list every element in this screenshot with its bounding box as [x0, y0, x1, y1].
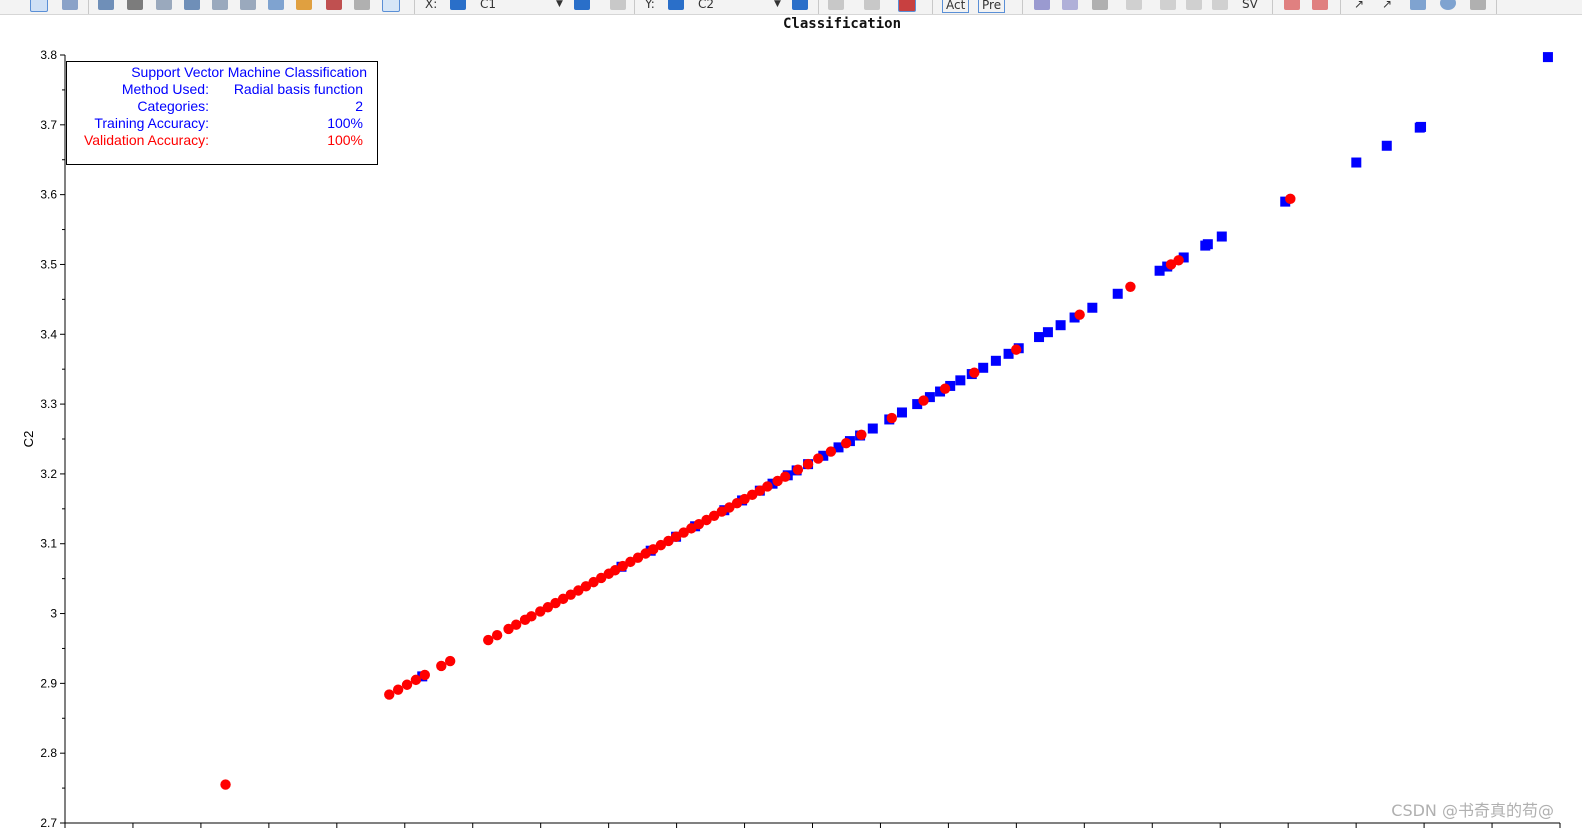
blue-square-point	[1351, 157, 1362, 168]
blue-square-point	[1112, 288, 1123, 299]
y-tick-label: 2.9	[40, 676, 57, 690]
red-circle-point	[886, 412, 898, 424]
y-tick-label: 3.7	[40, 118, 57, 132]
blue-square-point	[1381, 140, 1392, 151]
red-circle-point	[939, 383, 951, 394]
watermark: CSDN @书奇真的苟@	[1391, 801, 1554, 820]
red-circle-point	[918, 395, 929, 406]
red-circle-point	[392, 684, 404, 695]
blue-square-point	[978, 362, 989, 373]
red-circle-point	[856, 429, 867, 441]
info-value: 100%	[327, 115, 363, 131]
blue-square-point	[955, 375, 966, 386]
red-circle-point	[1285, 193, 1296, 205]
red-circle-point	[444, 655, 456, 667]
info-label: Training Accuracy:	[94, 115, 209, 131]
red-circle-point	[813, 453, 824, 464]
red-circle-point	[1125, 281, 1136, 292]
blue-square-point	[1216, 231, 1227, 242]
y-tick-label: 3.3	[40, 397, 57, 411]
info-row-method: Method Used: Radial basis function	[67, 81, 377, 98]
blue-square-point	[1055, 320, 1066, 331]
red-circle-point	[436, 660, 447, 672]
red-circle-point	[792, 464, 804, 475]
red-circle-point	[825, 446, 837, 457]
red-circle-point	[780, 471, 791, 482]
blue-square-point	[1202, 239, 1213, 250]
data-points	[220, 52, 1553, 790]
red-circle-point	[526, 611, 537, 622]
red-circle-point	[510, 619, 522, 630]
info-title: Support Vector Machine Classification	[131, 64, 367, 80]
info-value: 2	[355, 98, 363, 114]
y-tick-label: 3.2	[40, 467, 57, 481]
y-tick-label: 3	[50, 607, 57, 621]
y-tick-label: 3.4	[40, 327, 57, 341]
blue-square-point	[867, 423, 878, 434]
red-circle-point	[1173, 255, 1184, 266]
info-value: 100%	[327, 132, 363, 148]
y-tick-label: 3.1	[40, 537, 57, 551]
red-circle-point	[491, 629, 503, 641]
red-circle-point	[840, 437, 852, 449]
axes: 2.7 2.8 2.9 3 3.1 3.2 3.3 3.4 3.5 3.6 3.7 3.8 C2	[21, 48, 1561, 830]
info-row-validation: Validation Accuracy: 100%	[67, 132, 377, 149]
blue-square-point	[990, 355, 1001, 366]
blue-square-point	[896, 407, 907, 418]
red-circle-point	[802, 458, 814, 470]
blue-square-point	[1087, 302, 1098, 313]
red-circle-point	[762, 481, 773, 492]
info-title-row: Support Vector Machine Classification	[67, 64, 377, 81]
red-circle-point	[410, 674, 422, 686]
y-tick-label: 2.8	[40, 746, 57, 760]
blue-square-point	[1416, 121, 1427, 132]
red-circle-point	[1010, 344, 1022, 355]
blue-square-point	[1034, 332, 1045, 343]
red-circle-point	[483, 634, 494, 646]
y-tick-label: 2.7	[40, 816, 57, 830]
info-box: Support Vector Machine Classification Me…	[66, 61, 378, 165]
info-row-categories: Categories: 2	[67, 98, 377, 115]
info-label: Method Used:	[121, 81, 209, 97]
y-axis-label: C2	[21, 431, 36, 448]
red-circle-point	[401, 679, 413, 690]
red-circle-point	[1074, 309, 1085, 320]
blue-square-point	[1042, 327, 1053, 338]
red-circle-point	[384, 689, 395, 700]
info-row-training: Training Accuracy: 100%	[67, 115, 377, 132]
y-tick-label: 3.5	[40, 257, 57, 271]
y-tick-label: 3.6	[40, 188, 57, 202]
red-circle-point	[220, 779, 231, 790]
info-label: Categories:	[137, 98, 209, 114]
y-tick-label: 3.8	[40, 48, 57, 62]
info-value: Radial basis function	[233, 81, 363, 97]
blue-square-point	[1542, 52, 1553, 63]
info-label: Validation Accuracy:	[83, 132, 209, 148]
red-circle-point	[419, 669, 430, 681]
red-circle-point	[969, 367, 980, 378]
